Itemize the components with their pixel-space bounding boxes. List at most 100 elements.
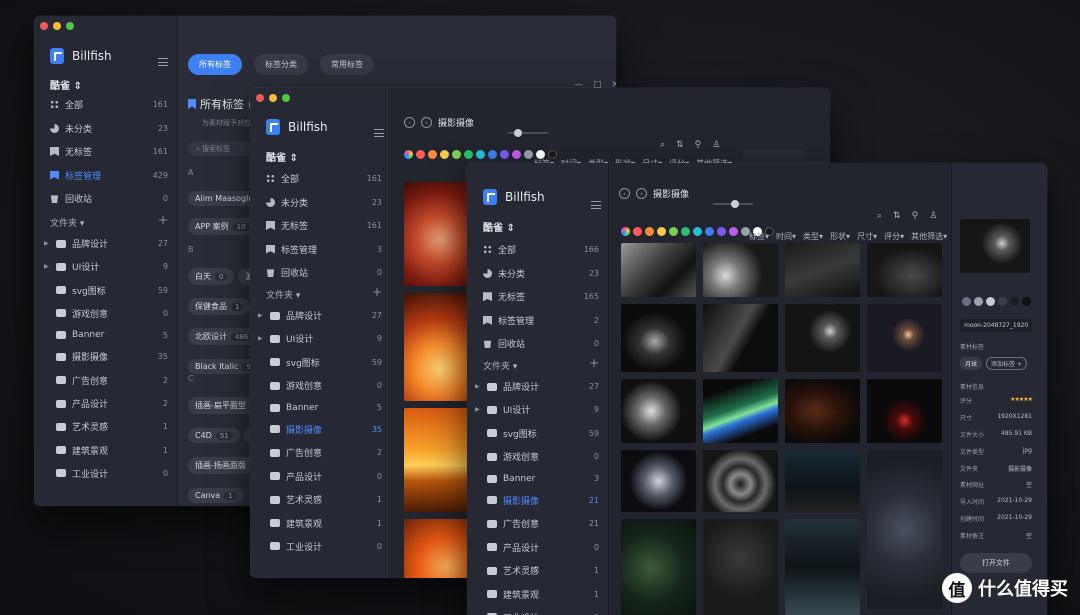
palette-swatch[interactable]: [962, 297, 971, 306]
nav-item-all[interactable]: 全部 161: [266, 172, 382, 185]
folder-item[interactable]: ▶ 品牌设计 27: [258, 309, 382, 322]
filter-time[interactable]: 时间▾: [776, 231, 796, 242]
add-folder-icon[interactable]: +: [372, 286, 382, 301]
color-swatch[interactable]: [488, 150, 497, 159]
filename-field[interactable]: moon-2048727_1920: [960, 319, 1032, 332]
search-icon[interactable]: ⌕: [877, 211, 882, 221]
thumbnail-teapot[interactable]: [867, 450, 942, 609]
thumbnail-leaves[interactable]: [621, 519, 696, 615]
folder-item[interactable]: svg图标 59: [258, 356, 382, 369]
expand-icon[interactable]: ▶: [44, 240, 50, 247]
color-swatch[interactable]: [452, 150, 461, 159]
forward-icon[interactable]: ›: [636, 188, 647, 199]
thumbnail-gem[interactable]: [621, 450, 696, 512]
thumbnail-flowers[interactable]: [703, 243, 778, 297]
color-swatch[interactable]: [693, 227, 702, 236]
maximize-dot[interactable]: [282, 94, 290, 102]
slider-knob[interactable]: [731, 200, 739, 208]
back-icon[interactable]: ‹: [619, 188, 630, 199]
thumbnail-diamond[interactable]: [621, 379, 696, 443]
folder-item[interactable]: ▶ 品牌设计 27: [44, 237, 168, 250]
expand-icon[interactable]: ▶: [258, 335, 264, 342]
color-swatch[interactable]: [681, 227, 690, 236]
color-swatch[interactable]: [416, 150, 425, 159]
thumbnail-orange[interactable]: [404, 519, 476, 578]
thumbnail-violin[interactable]: [785, 379, 860, 443]
open-file-button[interactable]: 打开文件: [960, 553, 1032, 573]
folder-item[interactable]: Banner 5: [258, 403, 382, 413]
thumbnail-size-slider[interactable]: [508, 129, 548, 137]
nav-item-tag-manage[interactable]: 标签管理 3: [266, 243, 382, 256]
folders-label[interactable]: 文件夹 ▾: [50, 216, 84, 229]
folders-label[interactable]: 文件夹 ▾: [483, 359, 517, 372]
minimize-dot[interactable]: [269, 94, 277, 102]
library-name[interactable]: 酷雀 ⇕: [266, 149, 298, 164]
color-swatch[interactable]: [657, 227, 666, 236]
shirt-icon[interactable]: ♙: [929, 211, 937, 221]
color-swatch[interactable]: [717, 227, 726, 236]
color-swatch[interactable]: [464, 150, 473, 159]
palette-swatch[interactable]: [1022, 297, 1031, 306]
tag-chip[interactable]: 月球: [960, 357, 983, 370]
tag-pill[interactable]: 北欧设计 486: [188, 328, 260, 345]
folder-item[interactable]: Banner 5: [44, 330, 168, 340]
folder-item[interactable]: 产品设计 2: [44, 397, 168, 410]
folder-item[interactable]: svg图标 59: [44, 284, 168, 297]
color-swatch[interactable]: [633, 227, 642, 236]
preview-image[interactable]: [960, 219, 1030, 273]
sort-icon[interactable]: ⇅: [893, 211, 901, 221]
folder-item[interactable]: 工业设计0: [475, 611, 599, 615]
filter-size[interactable]: 尺寸▾: [857, 231, 877, 242]
nav-item-trash[interactable]: 回收站 0: [483, 337, 599, 350]
folder-item[interactable]: 产品设计 0: [475, 541, 599, 554]
nav-item-all[interactable]: 全部 161: [50, 98, 168, 111]
close-dot[interactable]: [256, 94, 264, 102]
folder-item[interactable]: ▶ UI设计 9: [475, 403, 599, 416]
folder-item[interactable]: 建筑景观 1: [258, 517, 382, 530]
tag-pill[interactable]: C4D 51: [188, 428, 240, 443]
nav-item-tag-manage[interactable]: 标签管理 429: [50, 169, 168, 182]
thumbnail-umbrella[interactable]: [404, 182, 476, 286]
nav-item-uncategorized[interactable]: 未分类 23: [483, 267, 599, 280]
tab-all-tags[interactable]: 所有标签: [188, 54, 242, 75]
color-swatch[interactable]: [428, 150, 437, 159]
nav-item-uncategorized[interactable]: 未分类 23: [266, 196, 382, 209]
folder-item[interactable]: 工业设计0: [258, 540, 382, 553]
filter-icon[interactable]: ⚲: [695, 140, 702, 150]
menu-icon[interactable]: [374, 129, 384, 137]
back-icon[interactable]: ‹: [404, 117, 415, 128]
folder-item[interactable]: 建筑景观 1: [475, 588, 599, 601]
add-folder-icon[interactable]: +: [589, 357, 599, 372]
thumbnail-sunset-sea[interactable]: [404, 408, 476, 512]
minimize-dot[interactable]: [53, 22, 61, 30]
library-name[interactable]: 酷雀 ⇕: [50, 77, 82, 92]
palette-swatch[interactable]: [986, 297, 995, 306]
nav-item-tag-manage[interactable]: 标签管理 2: [483, 314, 599, 327]
thumbnail-car[interactable]: [867, 243, 942, 297]
folder-item-selected[interactable]: 摄影摄像 35: [258, 423, 382, 436]
folder-item[interactable]: 游戏创意 0: [44, 307, 168, 320]
thumbnail-texture[interactable]: [703, 519, 778, 615]
folder-item[interactable]: 游戏创意 0: [475, 450, 599, 463]
filter-type[interactable]: 类型▾: [803, 231, 823, 242]
maximize-dot[interactable]: [66, 22, 74, 30]
expand-icon[interactable]: ▶: [258, 312, 264, 319]
expand-icon[interactable]: ▶: [475, 383, 481, 390]
tag-pill[interactable]: 白天 0: [188, 268, 235, 285]
folder-item[interactable]: 艺术灵感 1: [475, 564, 599, 577]
filter-other[interactable]: 其他筛选▾: [911, 231, 947, 242]
close-dot[interactable]: [40, 22, 48, 30]
thumbnail-guitar[interactable]: [703, 304, 778, 372]
color-swatch[interactable]: [669, 227, 678, 236]
color-swatch[interactable]: [705, 227, 714, 236]
folder-item-selected[interactable]: 摄影摄像 21: [475, 494, 599, 507]
palette-swatch[interactable]: [974, 297, 983, 306]
folder-item[interactable]: 建筑景观 1: [44, 444, 168, 457]
rainbow-swatch[interactable]: [621, 227, 630, 236]
filter-rating[interactable]: 评分▾: [884, 231, 904, 242]
tag-pill[interactable]: Canva 1: [188, 488, 244, 503]
thumbnail-night-sky[interactable]: [785, 450, 860, 512]
tag-pill[interactable]: 保健食品 1: [188, 298, 251, 315]
nav-item-all[interactable]: 全部 166: [483, 243, 599, 256]
nav-item-trash[interactable]: 回收站 0: [50, 192, 168, 205]
